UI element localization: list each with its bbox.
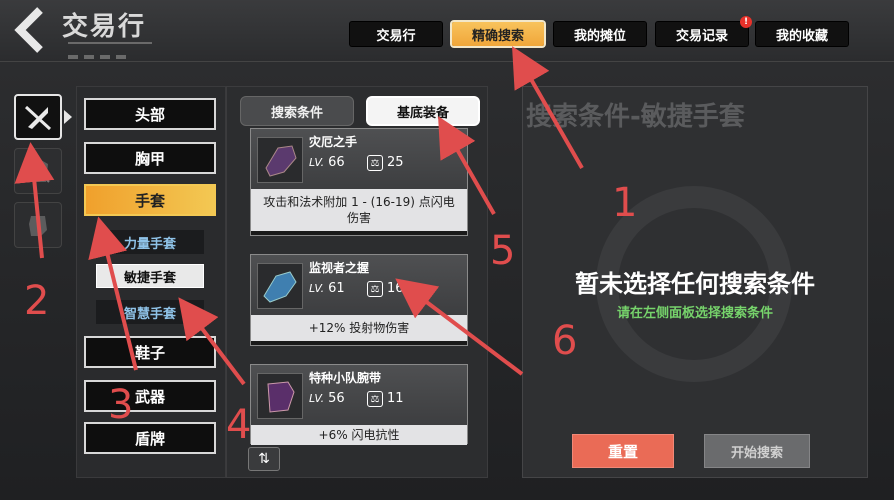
item-name: 特种小队腕带 [309,371,382,385]
page-title: 交易行 [62,12,147,42]
reset-button[interactable]: 重置 [572,434,674,468]
rail-pointer [64,110,72,124]
tab-search-conditions[interactable]: 搜索条件 [240,96,354,126]
alert-badge: ! [740,16,752,28]
gloves-icon [29,216,47,236]
category-gloves[interactable]: 手套 [84,184,216,216]
item-description: +6% 闪电抗性 [251,425,467,445]
rail-gloves-filter[interactable] [14,202,62,248]
rail-weapon-filter[interactable] [14,94,62,140]
item-weight: 16 [387,281,404,296]
tab-my-stall[interactable]: 我的摊位 [554,22,646,46]
armor-icon [26,159,50,183]
subcategory-intelligence-gloves[interactable]: 智慧手套 [96,300,204,324]
gloves-item-image [257,137,303,183]
empty-state-message: 暂未选择任何搜索条件 [575,270,815,298]
item-description: 攻击和法术附加 1 - (16-19) 点闪电伤害 [251,189,467,233]
subcategory-dexterity-gloves[interactable]: 敏捷手套 [96,264,204,288]
item-card[interactable]: 特种小队腕带 LV. 56 ⚖ 11 +6% 闪电抗性 [250,364,468,445]
tab-trade-history[interactable]: 交易记录 ! [656,16,752,46]
annotation-number-4: 4 [226,402,252,448]
annotation-number-3: 3 [108,382,134,428]
category-chest[interactable]: 胸甲 [84,142,216,174]
item-level: LV. 66 [309,155,345,170]
item-weight: 11 [387,391,404,406]
annotation-number-2: 2 [24,278,50,324]
category-weapon[interactable]: 武器 [84,380,216,412]
no-weapon-icon [24,105,52,131]
item-description: +12% 投射物伤害 [251,315,467,343]
rail-armor-filter[interactable] [14,148,62,194]
tab-base-equipment[interactable]: 基底装备 [366,96,480,126]
item-weight: 25 [387,155,404,170]
gloves-item-image [257,373,303,419]
item-level: LV. 61 [309,281,345,296]
item-card[interactable]: 监视者之握 LV. 61 ⚖ 16 +12% 投射物伤害 [250,254,468,346]
category-boots[interactable]: 鞋子 [84,336,216,368]
annotation-number-1: 1 [612,180,638,226]
tab-trade[interactable]: 交易行 [350,22,442,46]
tab-precise-search[interactable]: 精确搜索 [452,22,544,46]
gloves-item-image [257,263,303,309]
subcategory-strength-gloves[interactable]: 力量手套 [96,230,204,254]
title-decoration [68,42,152,59]
weight-icon: ⚖ [367,155,383,171]
weight-icon: ⚖ [367,391,383,407]
sort-button[interactable]: ⇅ [248,447,280,471]
start-search-button[interactable]: 开始搜索 [704,434,810,468]
tab-trade-history-label: 交易记录 [675,28,728,44]
annotation-number-5: 5 [490,228,516,274]
category-shield[interactable]: 盾牌 [84,422,216,454]
panel-title: 搜索条件-敏捷手套 [526,102,745,132]
item-card[interactable]: 灾厄之手 LV. 66 ⚖ 25 攻击和法术附加 1 - (16-19) 点闪电伤… [250,128,468,236]
item-name: 监视者之握 [309,261,370,275]
weight-icon: ⚖ [367,281,383,297]
category-head[interactable]: 头部 [84,98,216,130]
sort-icon: ⇅ [258,451,270,467]
item-name: 灾厄之手 [309,135,358,149]
tab-favorites[interactable]: 我的收藏 [756,22,848,46]
item-level: LV. 56 [309,391,345,406]
chevron-left-icon [14,7,43,53]
annotation-number-6: 6 [552,318,578,364]
back-button[interactable] [10,6,52,54]
